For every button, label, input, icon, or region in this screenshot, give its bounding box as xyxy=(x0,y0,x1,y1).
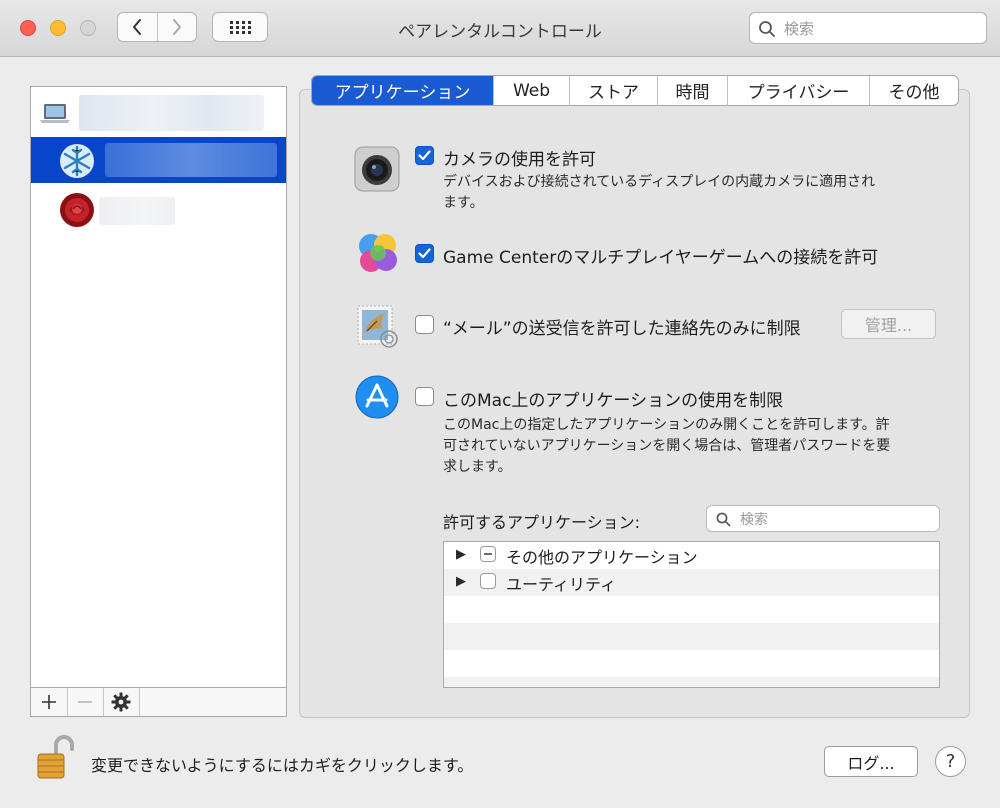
close-window-button[interactable] xyxy=(20,20,36,36)
window-title: ペアレンタルコントロール xyxy=(398,22,602,42)
tab-store[interactable]: ストア xyxy=(569,76,657,105)
mail-restrict-label: “メール”の送受信を許可した連絡先のみに制限 xyxy=(443,319,801,339)
laptop-icon xyxy=(40,104,70,123)
app-limit-description: このMac上の指定したアプリケーションのみ開くことを許可します。許 可されていな… xyxy=(443,415,943,478)
history-nav-group xyxy=(117,12,197,42)
app-limit-checkbox[interactable] xyxy=(415,387,434,406)
app-store-icon xyxy=(355,375,399,419)
tab-applications[interactable]: アプリケーション xyxy=(312,76,493,105)
unlocked-padlock-icon[interactable] xyxy=(36,733,76,781)
remove-user-button[interactable] xyxy=(67,688,104,716)
back-button[interactable] xyxy=(118,13,157,41)
allowed-apps-search-field[interactable] xyxy=(706,505,940,532)
add-user-button[interactable] xyxy=(31,688,68,716)
logs-button[interactable]: ログ... xyxy=(824,746,918,777)
forward-button[interactable] xyxy=(156,13,197,41)
description-line: ます。 xyxy=(443,195,484,211)
description-line: 可されていないアプリケーションを開く場合は、管理者パスワードを要 xyxy=(443,438,891,454)
title-bar: ペアレンタルコントロール xyxy=(0,0,1000,57)
plus-icon xyxy=(42,695,56,709)
preferences-search-input[interactable] xyxy=(782,17,982,41)
user-name-redacted xyxy=(105,143,277,177)
show-all-preferences-button[interactable] xyxy=(212,12,268,42)
allowed-apps-search-input[interactable] xyxy=(738,509,938,530)
preferences-search-field[interactable] xyxy=(749,12,987,44)
disclosure-triangle-icon[interactable]: ▶ xyxy=(456,574,466,589)
mail-stamp-icon xyxy=(357,305,398,348)
user-list-item[interactable] xyxy=(31,89,286,133)
tab-bar: アプリケーション Web ストア 時間 プライバシー その他 xyxy=(311,75,959,106)
game-center-icon xyxy=(359,234,397,272)
zoom-window-button xyxy=(80,20,96,36)
empty-list-row xyxy=(444,623,939,650)
minus-icon xyxy=(78,701,92,703)
search-icon xyxy=(716,512,731,527)
disclosure-triangle-icon[interactable]: ▶ xyxy=(456,547,466,562)
empty-list-row xyxy=(444,596,939,623)
help-button[interactable]: ? xyxy=(935,746,966,777)
user-action-menu-button[interactable] xyxy=(103,688,140,716)
rose-avatar-icon xyxy=(60,193,94,227)
camera-icon xyxy=(354,146,400,192)
app-limit-label: このMac上のアプリケーションの使用を制限 xyxy=(443,391,784,411)
app-group-checkbox[interactable] xyxy=(480,573,496,589)
grid-icon xyxy=(230,21,251,34)
tab-other[interactable]: その他 xyxy=(869,76,958,105)
allowed-apps-label: 許可するアプリケーション: xyxy=(443,513,641,532)
app-group-label: その他のアプリケーション xyxy=(506,548,698,567)
empty-list-row xyxy=(444,677,939,687)
list-item[interactable]: ▶ ユーティリティ xyxy=(444,569,939,596)
gear-icon xyxy=(111,692,131,712)
list-item[interactable]: ▶ その他のアプリケーション xyxy=(444,542,939,569)
manage-contacts-button[interactable]: 管理... xyxy=(841,309,936,339)
user-name-redacted xyxy=(99,197,175,225)
checkmark-icon xyxy=(418,150,431,161)
minimize-window-button[interactable] xyxy=(50,20,66,36)
empty-list-row xyxy=(444,650,939,677)
search-icon xyxy=(759,21,775,37)
lock-message: 変更できないようにするにはカギをクリックします。 xyxy=(91,756,474,775)
allowed-apps-list: ▶ その他のアプリケーション ▶ ユーティリティ xyxy=(443,541,940,688)
app-group-checkbox[interactable] xyxy=(480,546,496,562)
user-list-item-selected[interactable] xyxy=(31,137,286,183)
chevron-left-icon xyxy=(133,19,142,35)
camera-allow-description: デバイスおよび接続されているディスプレイの内蔵カメラに適用され ます。 xyxy=(443,172,943,214)
user-name-redacted xyxy=(79,95,264,131)
snowflake-avatar-icon xyxy=(60,144,94,178)
user-list-item[interactable] xyxy=(31,187,286,233)
chevron-right-icon xyxy=(172,19,181,35)
user-list-toolbar xyxy=(30,687,287,717)
description-line: このMac上の指定したアプリケーションのみ開くことを許可します。許 xyxy=(443,417,890,433)
game-center-allow-label: Game Centerのマルチプレイヤーゲームへの接続を許可 xyxy=(443,248,879,268)
description-line: デバイスおよび接続されているディスプレイの内蔵カメラに適用され xyxy=(443,174,876,190)
description-line: 求します。 xyxy=(443,459,512,475)
camera-allow-label: カメラの使用を許可 xyxy=(443,150,596,170)
user-list xyxy=(30,86,287,688)
tab-time[interactable]: 時間 xyxy=(657,76,727,105)
camera-allow-checkbox[interactable] xyxy=(415,146,434,165)
mail-restrict-checkbox[interactable] xyxy=(415,315,434,334)
tab-web[interactable]: Web xyxy=(493,76,569,105)
tab-privacy[interactable]: プライバシー xyxy=(727,76,869,105)
checkmark-icon xyxy=(418,248,431,259)
game-center-allow-checkbox[interactable] xyxy=(415,244,434,263)
app-group-label: ユーティリティ xyxy=(506,575,617,594)
